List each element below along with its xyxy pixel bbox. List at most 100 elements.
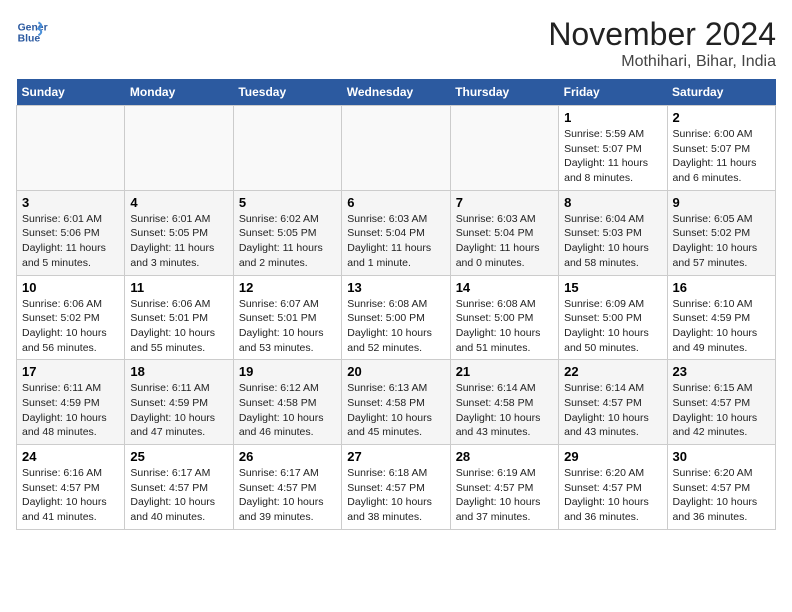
day-info: Sunrise: 6:17 AM Sunset: 4:57 PM Dayligh…: [239, 466, 336, 525]
calendar-cell: 14Sunrise: 6:08 AM Sunset: 5:00 PM Dayli…: [450, 275, 558, 360]
day-number: 7: [456, 195, 553, 210]
day-info: Sunrise: 6:04 AM Sunset: 5:03 PM Dayligh…: [564, 212, 661, 271]
day-number: 12: [239, 280, 336, 295]
calendar-cell: 13 Sunrise: 6:08 AM Sunset: 5:00 PM Dayli…: [342, 275, 450, 360]
calendar-cell: 23Sunrise: 6:15 AM Sunset: 4:57 PM Dayli…: [667, 360, 775, 445]
calendar-cell: 21 Sunrise: 6:14 AM Sunset: 4:58 PM Dayli…: [450, 360, 558, 445]
calendar-cell: 24 Sunrise: 6:16 AM Sunset: 4:57 PM Dayli…: [17, 445, 125, 530]
day-info: Sunrise: 6:10 AM Sunset: 4:59 PM Dayligh…: [673, 297, 770, 356]
weekday-header-thursday: Thursday: [450, 79, 558, 106]
day-info: Sunrise: 6:03 AM Sunset: 5:04 PM Dayligh…: [456, 212, 553, 271]
calendar-week-4: 17 Sunrise: 6:11 AM Sunset: 4:59 PM Dayli…: [17, 360, 776, 445]
calendar-cell: 3 Sunrise: 6:01 AM Sunset: 5:06 PM Daylig…: [17, 190, 125, 275]
calendar-cell: 20 Sunrise: 6:13 AM Sunset: 4:58 PM Dayli…: [342, 360, 450, 445]
calendar-cell: 18 Sunrise: 6:11 AM Sunset: 4:59 PM Dayli…: [125, 360, 233, 445]
day-number: 14: [456, 280, 553, 295]
day-number: 20: [347, 364, 444, 379]
day-info: Sunrise: 6:11 AM Sunset: 4:59 PM Dayligh…: [22, 381, 119, 440]
calendar-cell: 10 Sunrise: 6:06 AM Sunset: 5:02 PM Dayli…: [17, 275, 125, 360]
calendar-cell: 22 Sunrise: 6:14 AM Sunset: 4:57 PM Dayli…: [559, 360, 667, 445]
day-number: 30: [673, 449, 770, 464]
day-number: 16: [673, 280, 770, 295]
weekday-header-friday: Friday: [559, 79, 667, 106]
day-info: Sunrise: 6:20 AM Sunset: 4:57 PM Dayligh…: [564, 466, 661, 525]
day-number: 17: [22, 364, 119, 379]
day-number: 4: [130, 195, 227, 210]
day-info: Sunrise: 6:06 AM Sunset: 5:01 PM Dayligh…: [130, 297, 227, 356]
calendar-cell: 11 Sunrise: 6:06 AM Sunset: 5:01 PM Dayli…: [125, 275, 233, 360]
calendar-cell: 27Sunrise: 6:18 AM Sunset: 4:57 PM Dayli…: [342, 445, 450, 530]
weekday-header-sunday: Sunday: [17, 79, 125, 106]
weekday-header-monday: Monday: [125, 79, 233, 106]
day-number: 10: [22, 280, 119, 295]
calendar-week-3: 10 Sunrise: 6:06 AM Sunset: 5:02 PM Dayli…: [17, 275, 776, 360]
calendar-cell: 2 Sunrise: 6:00 AM Sunset: 5:07 PM Daylig…: [667, 106, 775, 191]
day-number: 6: [347, 195, 444, 210]
calendar-cell: 6Sunrise: 6:03 AM Sunset: 5:04 PM Daylig…: [342, 190, 450, 275]
calendar-cell: [342, 106, 450, 191]
calendar-week-1: 1Sunrise: 5:59 AM Sunset: 5:07 PM Daylig…: [17, 106, 776, 191]
calendar-cell: 25Sunrise: 6:17 AM Sunset: 4:57 PM Dayli…: [125, 445, 233, 530]
day-number: 25: [130, 449, 227, 464]
calendar-cell: 17 Sunrise: 6:11 AM Sunset: 4:59 PM Dayli…: [17, 360, 125, 445]
day-number: 15: [564, 280, 661, 295]
weekday-header-row: SundayMondayTuesdayWednesdayThursdayFrid…: [17, 79, 776, 106]
title-area: November 2024 Mothihari, Bihar, India: [548, 16, 776, 71]
day-info: Sunrise: 6:06 AM Sunset: 5:02 PM Dayligh…: [22, 297, 119, 356]
calendar-cell: 30 Sunrise: 6:20 AM Sunset: 4:57 PM Dayli…: [667, 445, 775, 530]
day-info: Sunrise: 6:18 AM Sunset: 4:57 PM Dayligh…: [347, 466, 444, 525]
day-info: Sunrise: 6:09 AM Sunset: 5:00 PM Dayligh…: [564, 297, 661, 356]
svg-text:General: General: [18, 22, 48, 33]
calendar-cell: 1Sunrise: 5:59 AM Sunset: 5:07 PM Daylig…: [559, 106, 667, 191]
day-number: 11: [130, 280, 227, 295]
calendar-cell: 29 Sunrise: 6:20 AM Sunset: 4:57 PM Dayli…: [559, 445, 667, 530]
calendar-cell: 16 Sunrise: 6:10 AM Sunset: 4:59 PM Dayli…: [667, 275, 775, 360]
day-info: Sunrise: 6:00 AM Sunset: 5:07 PM Dayligh…: [673, 127, 770, 186]
weekday-header-tuesday: Tuesday: [233, 79, 341, 106]
day-number: 2: [673, 110, 770, 125]
calendar-cell: 28Sunrise: 6:19 AM Sunset: 4:57 PM Dayli…: [450, 445, 558, 530]
calendar-cell: 19Sunrise: 6:12 AM Sunset: 4:58 PM Dayli…: [233, 360, 341, 445]
calendar-cell: [450, 106, 558, 191]
month-title: November 2024: [548, 16, 776, 53]
calendar-week-5: 24 Sunrise: 6:16 AM Sunset: 4:57 PM Dayli…: [17, 445, 776, 530]
calendar-table: SundayMondayTuesdayWednesdayThursdayFrid…: [16, 79, 776, 530]
day-info: Sunrise: 6:15 AM Sunset: 4:57 PM Dayligh…: [673, 381, 770, 440]
day-info: Sunrise: 6:12 AM Sunset: 4:58 PM Dayligh…: [239, 381, 336, 440]
calendar-cell: 12 Sunrise: 6:07 AM Sunset: 5:01 PM Dayli…: [233, 275, 341, 360]
day-number: 22: [564, 364, 661, 379]
calendar-cell: 8 Sunrise: 6:04 AM Sunset: 5:03 PM Daylig…: [559, 190, 667, 275]
day-number: 8: [564, 195, 661, 210]
day-info: Sunrise: 6:20 AM Sunset: 4:57 PM Dayligh…: [673, 466, 770, 525]
calendar-cell: 4 Sunrise: 6:01 AM Sunset: 5:05 PM Daylig…: [125, 190, 233, 275]
calendar-cell: 7 Sunrise: 6:03 AM Sunset: 5:04 PM Daylig…: [450, 190, 558, 275]
day-number: 9: [673, 195, 770, 210]
day-info: Sunrise: 6:11 AM Sunset: 4:59 PM Dayligh…: [130, 381, 227, 440]
day-info: Sunrise: 6:02 AM Sunset: 5:05 PM Dayligh…: [239, 212, 336, 271]
day-number: 24: [22, 449, 119, 464]
calendar-cell: 15 Sunrise: 6:09 AM Sunset: 5:00 PM Dayli…: [559, 275, 667, 360]
day-info: Sunrise: 6:01 AM Sunset: 5:06 PM Dayligh…: [22, 212, 119, 271]
calendar-cell: [233, 106, 341, 191]
weekday-header-saturday: Saturday: [667, 79, 775, 106]
day-number: 5: [239, 195, 336, 210]
day-number: 13: [347, 280, 444, 295]
day-info: Sunrise: 6:16 AM Sunset: 4:57 PM Dayligh…: [22, 466, 119, 525]
svg-text:Blue: Blue: [18, 34, 41, 45]
day-info: Sunrise: 6:08 AM Sunset: 5:00 PM Dayligh…: [347, 297, 444, 356]
day-info: Sunrise: 6:14 AM Sunset: 4:58 PM Dayligh…: [456, 381, 553, 440]
day-info: Sunrise: 6:13 AM Sunset: 4:58 PM Dayligh…: [347, 381, 444, 440]
calendar-cell: [17, 106, 125, 191]
day-number: 18: [130, 364, 227, 379]
day-number: 29: [564, 449, 661, 464]
calendar-week-2: 3 Sunrise: 6:01 AM Sunset: 5:06 PM Daylig…: [17, 190, 776, 275]
day-number: 3: [22, 195, 119, 210]
logo-icon: General Blue: [16, 16, 48, 48]
day-info: Sunrise: 5:59 AM Sunset: 5:07 PM Dayligh…: [564, 127, 661, 186]
day-info: Sunrise: 6:07 AM Sunset: 5:01 PM Dayligh…: [239, 297, 336, 356]
day-info: Sunrise: 6:14 AM Sunset: 4:57 PM Dayligh…: [564, 381, 661, 440]
day-info: Sunrise: 6:01 AM Sunset: 5:05 PM Dayligh…: [130, 212, 227, 271]
weekday-header-wednesday: Wednesday: [342, 79, 450, 106]
calendar-cell: 5 Sunrise: 6:02 AM Sunset: 5:05 PM Daylig…: [233, 190, 341, 275]
day-number: 21: [456, 364, 553, 379]
